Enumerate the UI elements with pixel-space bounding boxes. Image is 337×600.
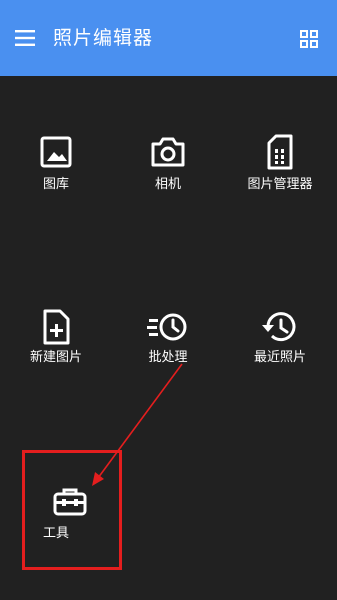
new-file-icon — [36, 307, 76, 347]
tile-label: 图库 — [42, 177, 69, 192]
fast-clock-icon — [146, 307, 190, 347]
tile-label: 新建图片 — [29, 350, 82, 365]
grid-view-button[interactable] — [297, 27, 321, 51]
app-screen: 照片编辑器 图库 相机 图片管理器 新建图片 批处理 最近照片 工具 — [0, 0, 337, 600]
tile-label: 图片管理器 — [247, 177, 313, 192]
tile-label: 批处理 — [148, 350, 188, 365]
tile-recent[interactable]: 最近照片 — [224, 295, 336, 415]
sd-card-icon — [260, 132, 300, 172]
tile-label: 最近照片 — [253, 350, 306, 365]
image-icon — [36, 132, 76, 172]
history-icon — [260, 307, 300, 347]
camera-icon — [148, 132, 188, 172]
tile-label: 相机 — [154, 177, 181, 192]
top-app-bar: 照片编辑器 — [0, 0, 337, 76]
hamburger-menu-icon — [15, 30, 35, 46]
tile-new-image[interactable]: 新建图片 — [0, 295, 112, 415]
annotation-highlight-box — [22, 450, 122, 570]
tile-batch[interactable]: 批处理 — [112, 295, 224, 415]
menu-button[interactable] — [12, 26, 38, 50]
grid-icon — [300, 30, 318, 48]
tile-file-manager[interactable]: 图片管理器 — [224, 120, 336, 240]
app-title: 照片编辑器 — [53, 27, 154, 49]
tile-gallery[interactable]: 图库 — [0, 120, 112, 240]
tile-camera[interactable]: 相机 — [112, 120, 224, 240]
